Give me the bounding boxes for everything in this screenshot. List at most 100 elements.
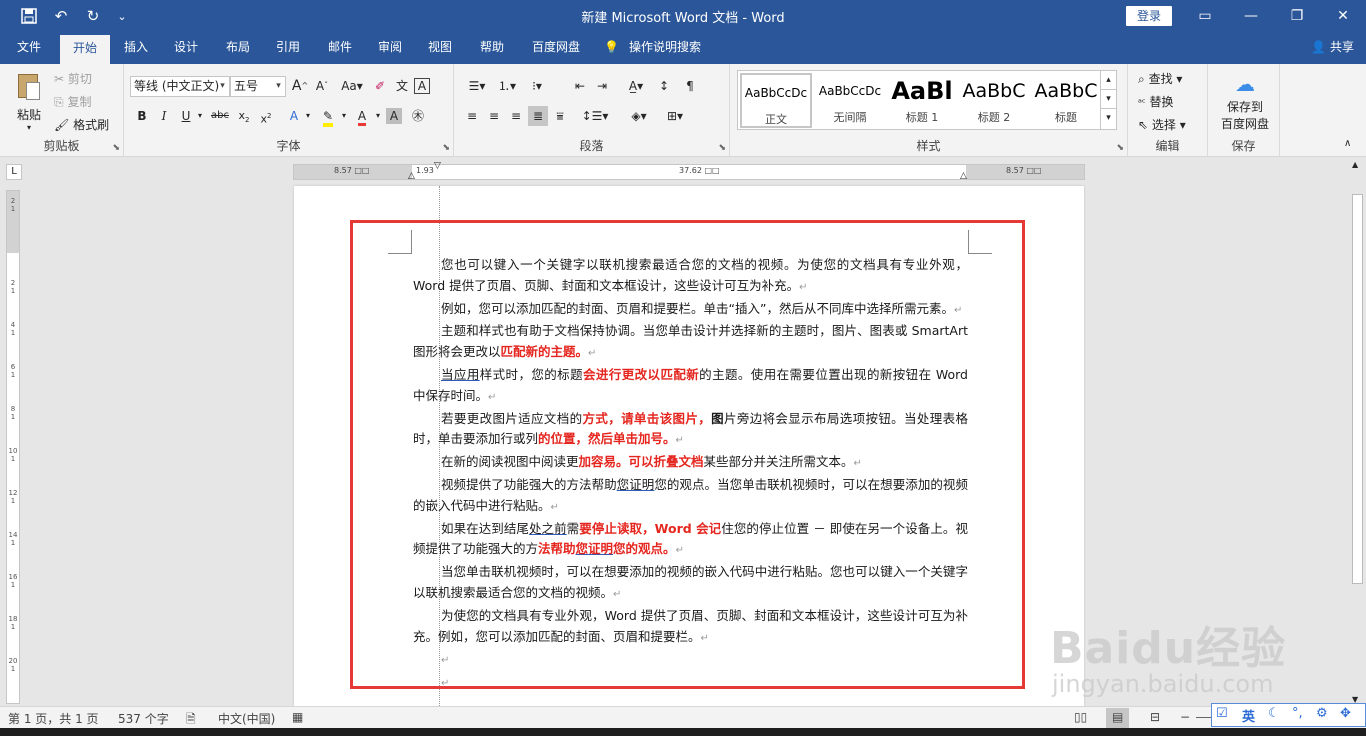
style-heading-1[interactable]: AaBl 标题 1 (886, 73, 958, 128)
chevron-down-icon[interactable]: ▾ (298, 106, 318, 126)
tab-mailings[interactable]: 邮件 (318, 32, 362, 64)
style-title[interactable]: AaBbC 标题 (1030, 73, 1102, 128)
justify-icon[interactable]: ≣ (528, 106, 548, 126)
save-to-baidu-button[interactable]: ☁ 保存到 百度网盘 (1216, 72, 1274, 132)
chevron-down-icon[interactable]: ▾ (190, 106, 210, 126)
macro-recording-icon[interactable]: ▦ (292, 710, 303, 724)
borders-icon[interactable]: ⊞▾ (660, 106, 690, 126)
tab-references[interactable]: 引用 (266, 32, 310, 64)
show-hide-marks-icon[interactable]: ¶ (680, 76, 700, 96)
more-styles-icon[interactable]: ▾ (1101, 109, 1116, 127)
scroll-up-icon[interactable]: ▲ (1352, 160, 1358, 169)
hanging-indent-marker-icon[interactable]: △ (408, 171, 415, 181)
settings-icon[interactable]: ⚙ (1316, 706, 1328, 721)
font-size-combo[interactable]: 五号 ▾ (230, 76, 286, 97)
cut-button[interactable]: ✂ 剪切 (54, 70, 92, 87)
ime-logo-icon[interactable]: ☑ (1216, 706, 1228, 721)
ribbon-display-options-icon[interactable]: ▭ (1182, 0, 1228, 32)
paste-button[interactable]: 粘贴 ▾ (12, 72, 46, 134)
language-indicator[interactable]: 中文(中国) (218, 710, 275, 727)
superscript-icon[interactable]: x2 (256, 106, 276, 126)
character-border-icon[interactable]: A (414, 78, 430, 94)
multilevel-list-icon[interactable]: ⁝▾ (524, 76, 550, 96)
tab-insert[interactable]: 插入 (114, 32, 158, 64)
minimize-icon[interactable]: — (1228, 0, 1274, 32)
change-case-icon[interactable]: Aa▾ (338, 76, 366, 96)
enclosed-character-icon[interactable]: ㊍ (408, 106, 428, 126)
style-no-spacing[interactable]: AaBbCcDc 无间隔 (814, 73, 886, 128)
tab-file[interactable]: 文件 (6, 32, 52, 64)
chevron-down-icon[interactable]: ▾ (334, 106, 354, 126)
align-center-icon[interactable]: ≡ (484, 106, 504, 126)
chevron-down-icon[interactable]: ▾ (271, 77, 285, 96)
share-button[interactable]: 👤 共享 (1311, 32, 1354, 64)
shrink-font-icon[interactable]: Aˇ (312, 76, 332, 96)
login-button[interactable]: 登录 (1126, 6, 1172, 26)
decrease-indent-icon[interactable]: ⇤ (570, 76, 590, 96)
right-indent-marker-icon[interactable]: △ (960, 171, 967, 181)
tab-review[interactable]: 审阅 (368, 32, 412, 64)
align-right-icon[interactable]: ≡ (506, 106, 526, 126)
align-left-icon[interactable]: ≡ (462, 106, 482, 126)
page-count[interactable]: 第 1 页，共 1 页 (8, 710, 99, 727)
moon-icon[interactable]: ☾ (1268, 706, 1280, 721)
style-heading-2[interactable]: AaBbC 标题 2 (958, 73, 1030, 128)
increase-indent-icon[interactable]: ⇥ (592, 76, 612, 96)
font-name-combo[interactable]: 等线 (中文正文) ▾ (130, 76, 230, 97)
close-icon[interactable]: ✕ (1320, 0, 1366, 32)
bold-icon[interactable]: B (132, 106, 152, 126)
distributed-icon[interactable]: ⩸ (550, 106, 570, 126)
tab-view[interactable]: 视图 (418, 32, 462, 64)
chevron-down-icon[interactable]: ▾ (368, 106, 388, 126)
punctuation-icon[interactable]: °, (1292, 706, 1303, 721)
tab-baidu-netdisk[interactable]: 百度网盘 (524, 32, 588, 64)
character-shading-icon[interactable]: A (386, 108, 402, 124)
skin-icon[interactable]: ✥ (1340, 706, 1351, 721)
chevron-down-icon: ▾ (26, 123, 31, 132)
replace-button[interactable]: ᵃᶜ 替换 (1138, 93, 1173, 110)
style-normal[interactable]: AaBbCcDc 正文 (740, 73, 812, 128)
tab-help[interactable]: 帮助 (470, 32, 514, 64)
format-painter-button[interactable]: 🖌 格式刷 (54, 116, 109, 133)
sort-icon[interactable]: ↕ (654, 76, 674, 96)
tab-home[interactable]: 开始 (60, 35, 110, 64)
vertical-ruler[interactable]: 21 21 41 61 81 10 1 12 1 14 1 16 1 18 1 20 1 (6, 190, 20, 704)
grow-font-icon[interactable]: A^ (290, 76, 310, 96)
vertical-scrollbar[interactable]: ▲ ▼ (1349, 158, 1366, 706)
collapse-ribbon-icon[interactable]: ∧ (1344, 138, 1351, 149)
chevron-down-icon[interactable]: ▾ (1101, 90, 1116, 109)
print-layout-icon[interactable]: ▤ (1106, 708, 1130, 728)
italic-icon[interactable]: I (154, 106, 174, 126)
first-line-indent-marker-icon[interactable]: ▽ (434, 161, 441, 171)
tab-selector-icon[interactable]: L (6, 164, 22, 180)
line-spacing-icon[interactable]: ↕☰▾ (580, 106, 610, 126)
tab-design[interactable]: 设计 (164, 32, 208, 64)
read-mode-icon[interactable]: ▯▯ (1074, 710, 1087, 724)
scroll-thumb[interactable] (1352, 194, 1363, 584)
dialog-launcher-icon[interactable]: ⬊ (718, 143, 726, 153)
select-button[interactable]: ⇖ 选择 ▾ (1138, 116, 1186, 133)
horizontal-ruler[interactable]: 8.57 □□ 1.93 37.62 □□ 8.57 □□ ▽ △ △ (293, 161, 1085, 181)
chevron-down-icon[interactable]: ▾ (215, 77, 229, 96)
word-count[interactable]: 537 个字 (118, 710, 169, 727)
tab-layout[interactable]: 布局 (216, 32, 260, 64)
tell-me-search[interactable]: 💡 操作说明搜索 (604, 32, 714, 64)
phonetic-guide-icon[interactable]: 文 (392, 76, 412, 96)
subscript-icon[interactable]: x2 (234, 106, 254, 126)
dialog-launcher-icon[interactable]: ⬊ (1116, 143, 1124, 153)
restore-icon[interactable]: ❐ (1274, 0, 1320, 32)
strikethrough-icon[interactable]: abc (208, 106, 232, 126)
web-layout-icon[interactable]: ⊟ (1150, 710, 1160, 724)
numbering-icon[interactable]: ⒈▾ (494, 76, 520, 96)
bullets-icon[interactable]: ☰▾ (464, 76, 490, 96)
dialog-launcher-icon[interactable]: ⬊ (112, 143, 120, 153)
dialog-launcher-icon[interactable]: ⬊ (442, 143, 450, 153)
chinese-layout-icon[interactable]: A̲▾ (622, 76, 650, 96)
ime-language-mode[interactable]: 英 (1242, 706, 1255, 725)
find-button[interactable]: ⌕ 查找 ▾ (1138, 70, 1182, 87)
clear-formatting-icon[interactable]: ✐ (370, 76, 390, 96)
zoom-out-icon[interactable]: − (1180, 710, 1190, 724)
shading-icon[interactable]: ◈▾ (624, 106, 654, 126)
chevron-up-icon[interactable]: ▴ (1101, 71, 1116, 90)
copy-button[interactable]: ⎘ 复制 (54, 93, 91, 110)
